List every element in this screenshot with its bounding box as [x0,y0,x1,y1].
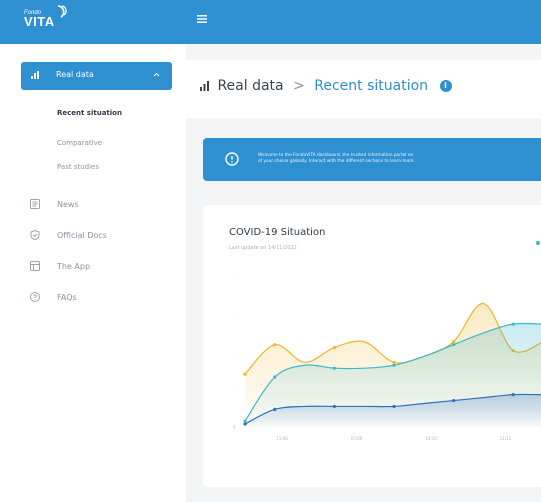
data-point[interactable] [452,398,456,403]
chat-bubble-icon [225,152,239,166]
top-bar: Fondo VITA [0,0,541,44]
logo-arc-icon [57,5,67,18]
sidebar: Real data Recent situation Comparative P… [0,44,186,502]
info-icon[interactable]: i [439,80,452,92]
x-tick-label: 11/08 [276,436,288,441]
data-point[interactable] [332,404,336,409]
data-point[interactable] [392,404,396,409]
bar-chart-icon [200,81,209,91]
logo[interactable]: Fondo VITA [24,5,67,29]
bar-chart-icon [31,71,39,79]
x-tick-label: 14/10 [425,436,437,441]
hamburger-menu-icon[interactable] [197,15,207,23]
sidebar-item-label: News [57,200,79,209]
sidebar-subitem-comparative[interactable]: Comparative [57,139,102,147]
y-tick-label: · [233,351,234,356]
sidebar-item-label: Real data [56,70,94,79]
x-tick-label: 07/09 [351,436,363,441]
y-tick-label: · [233,314,234,319]
breadcrumb-current: Recent situation [314,78,429,94]
app-grid-icon [30,261,40,271]
data-point[interactable] [392,363,396,367]
data-point[interactable] [243,419,247,423]
data-point[interactable] [511,322,515,326]
data-point[interactable] [452,343,456,347]
sidebar-item-label: FAQs [57,293,77,302]
data-point[interactable] [273,343,277,347]
welcome-banner: Welcome to the FondoVITA dashboard, the … [203,138,541,181]
help-circle-icon [30,292,40,302]
data-point[interactable] [332,346,336,350]
data-point[interactable] [273,407,277,411]
covid-situation-card: COVID-19 Situation Last update on 14/11/… [203,205,541,487]
newspaper-icon [30,199,40,209]
data-point[interactable] [332,366,336,370]
shield-check-icon [30,230,40,240]
sidebar-subitem-recent-situation[interactable]: Recent situation [57,109,122,117]
chevron-up-icon[interactable] [153,72,160,77]
breadcrumb-bar: Real data > Recent situation i [186,60,541,118]
y-tick-label: · [233,388,234,393]
logo-name: VITA [24,14,55,29]
sidebar-item-label: The App [57,262,91,271]
banner-line-2: of your choice globally. Interact with t… [258,159,415,164]
y-tick-label: 0 [233,425,236,430]
covid-area-chart: 0 · · · · 11/08 07/09 14/10 11/11 [233,278,541,441]
data-point[interactable] [511,393,515,397]
breadcrumb-parent[interactable]: Real data [217,78,283,94]
sidebar-item-real-data[interactable]: Real data [21,62,172,90]
x-tick-label: 11/11 [500,436,512,441]
data-point[interactable] [273,375,277,379]
sidebar-item-label: Official Docs [57,231,107,240]
data-point[interactable] [243,422,247,426]
data-point[interactable] [392,360,396,364]
data-point[interactable] [452,340,456,344]
banner-text: Welcome to the FondoVITA dashboard, the … [258,153,415,165]
y-tick-label: · [233,278,234,283]
breadcrumb: Real data > Recent situation i [200,78,452,94]
sidebar-subitem-past-studies[interactable]: Past studies [57,163,99,171]
breadcrumb-separator: > [293,78,305,94]
data-point[interactable] [243,372,247,376]
